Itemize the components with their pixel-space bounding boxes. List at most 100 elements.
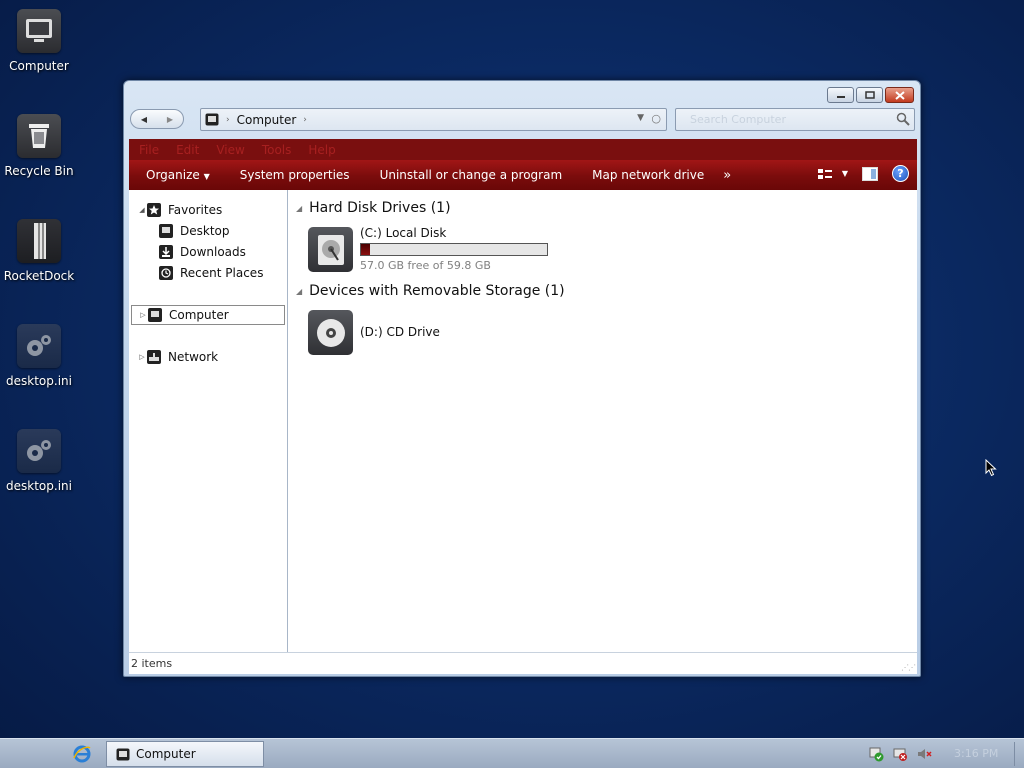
search-icon[interactable] [896, 112, 910, 126]
recent-places-icon [159, 266, 173, 280]
forward-arrow-icon[interactable]: ▶ [167, 115, 173, 124]
nav-recent-places-label: Recent Places [180, 266, 264, 280]
system-tray [868, 746, 932, 762]
menu-tools[interactable]: Tools [262, 143, 292, 157]
expand-arrow-icon[interactable]: ▷ [137, 353, 147, 361]
navigation-row: ◀ ▶ › Computer › ▼ ○ Search Computer [130, 107, 915, 131]
gears-icon [17, 429, 61, 473]
breadcrumb-computer[interactable]: Computer [237, 113, 297, 127]
desktop-icon-label: Recycle Bin [4, 164, 74, 178]
security-shield-icon[interactable] [868, 746, 884, 762]
maximize-icon [864, 91, 875, 99]
desktop-icon-recycle-bin[interactable]: Recycle Bin [0, 114, 78, 178]
network-icon [147, 350, 161, 364]
menu-file[interactable]: File [139, 143, 159, 157]
chevron-down-icon: ▼ [841, 169, 848, 178]
more-commands-button[interactable]: » [719, 168, 731, 183]
resize-grip-icon[interactable]: ⋰⋰ [901, 663, 916, 672]
collapse-arrow-icon[interactable]: ◢ [296, 287, 302, 296]
show-desktop-button[interactable] [1014, 742, 1020, 766]
desktop-icon-label: RocketDock [3, 269, 75, 283]
nav-computer[interactable]: ▷ Computer [131, 305, 285, 325]
clock[interactable]: 3:16 PM [954, 747, 998, 760]
address-dropdown-icon[interactable]: ▼ [637, 113, 644, 123]
status-bar: 2 items ⋰⋰ [129, 652, 917, 674]
mouse-cursor-icon [985, 459, 997, 477]
content-pane: ◢ Hard Disk Drives (1) (C:) Local Disk 5… [288, 190, 917, 652]
group-header-removable[interactable]: ◢ Devices with Removable Storage (1) [296, 283, 565, 299]
command-bar: Organize ▼ System properties Uninstall o… [129, 160, 917, 190]
group-title: Devices with Removable Storage (1) [309, 283, 565, 299]
maximize-button[interactable] [856, 87, 883, 103]
search-placeholder: Search Computer [690, 113, 786, 126]
close-button[interactable] [885, 87, 914, 103]
desktop-icon-computer[interactable]: Computer [0, 9, 78, 73]
nav-downloads-label: Downloads [180, 245, 246, 259]
disk-usage-bar [360, 243, 548, 256]
menu-view[interactable]: View [216, 143, 244, 157]
map-network-drive-button[interactable]: Map network drive [577, 168, 719, 182]
nav-recent-places[interactable]: Recent Places [159, 263, 263, 283]
caption-buttons [827, 87, 914, 103]
computer-icon [205, 113, 219, 126]
taskbar-button-label: Computer [136, 747, 196, 761]
rocketdock-icon [17, 219, 61, 263]
view-options-icon [817, 168, 832, 179]
drive-name: (C:) Local Disk [360, 226, 447, 240]
desktop-icon-rocketdock[interactable]: RocketDock [0, 219, 78, 283]
computer-icon [116, 748, 130, 760]
back-forward-buttons: ◀ ▶ [130, 109, 184, 129]
gears-icon [17, 324, 61, 368]
address-bar[interactable]: › Computer › ▼ ○ [200, 108, 667, 131]
back-arrow-icon[interactable]: ◀ [141, 115, 147, 124]
change-view-button[interactable]: ▼ [817, 168, 848, 180]
nav-network[interactable]: ▷ Network [137, 347, 218, 367]
group-header-hard-disk[interactable]: ◢ Hard Disk Drives (1) [296, 200, 451, 216]
computer-icon [17, 9, 61, 53]
menu-help[interactable]: Help [308, 143, 335, 157]
search-box[interactable]: Search Computer [675, 108, 915, 131]
item-count: 2 items [131, 657, 173, 670]
desktop-icon-desktop-ini-2[interactable]: desktop.ini [0, 429, 78, 493]
nav-desktop-label: Desktop [180, 224, 230, 238]
menu-edit[interactable]: Edit [176, 143, 199, 157]
close-icon [894, 90, 905, 100]
minimize-button[interactable] [827, 87, 854, 103]
nav-downloads[interactable]: Downloads [159, 242, 246, 262]
help-button[interactable]: ? [892, 165, 909, 182]
internet-explorer-icon[interactable] [72, 744, 92, 764]
collapse-arrow-icon[interactable]: ◢ [296, 204, 302, 213]
breadcrumb-chevron-icon[interactable]: › [226, 115, 230, 125]
desktop-icon-desktop-ini-1[interactable]: desktop.ini [0, 324, 78, 388]
disk-usage-fill [361, 244, 370, 255]
taskbar-button-computer[interactable]: Computer [106, 741, 264, 767]
uninstall-program-button[interactable]: Uninstall or change a program [365, 168, 578, 182]
breadcrumb-chevron-icon[interactable]: › [303, 115, 307, 125]
network-status-icon[interactable] [892, 746, 908, 762]
desktop-icon-label: Computer [9, 59, 69, 73]
organize-button[interactable]: Organize ▼ [129, 168, 225, 182]
collapse-arrow-icon[interactable]: ◢ [137, 206, 147, 214]
nav-computer-label: Computer [169, 308, 229, 322]
minimize-icon [836, 96, 845, 98]
organize-label: Organize [146, 168, 200, 182]
recycle-bin-icon [17, 114, 61, 158]
hard-disk-icon [308, 227, 353, 272]
desktop-icon [159, 224, 173, 238]
chevron-down-icon: ▼ [203, 172, 210, 181]
computer-icon [148, 308, 162, 322]
nav-favorites[interactable]: ◢ Favorites [137, 200, 222, 220]
drive-free-space: 57.0 GB free of 59.8 GB [360, 259, 491, 272]
nav-network-label: Network [168, 350, 219, 364]
desktop-icon-label: desktop.ini [6, 479, 72, 493]
navigation-pane: ◢ Favorites Desktop Downloads Recent Pla… [129, 190, 288, 652]
group-title: Hard Disk Drives (1) [309, 200, 451, 216]
star-icon [147, 203, 161, 217]
refresh-icon[interactable]: ○ [651, 112, 661, 125]
nav-desktop[interactable]: Desktop [159, 221, 230, 241]
volume-muted-icon[interactable] [916, 746, 932, 762]
expand-arrow-icon[interactable]: ▷ [138, 311, 148, 319]
preview-pane-icon[interactable] [862, 166, 878, 181]
system-properties-button[interactable]: System properties [225, 168, 365, 182]
view-controls: ▼ ? [817, 165, 909, 182]
